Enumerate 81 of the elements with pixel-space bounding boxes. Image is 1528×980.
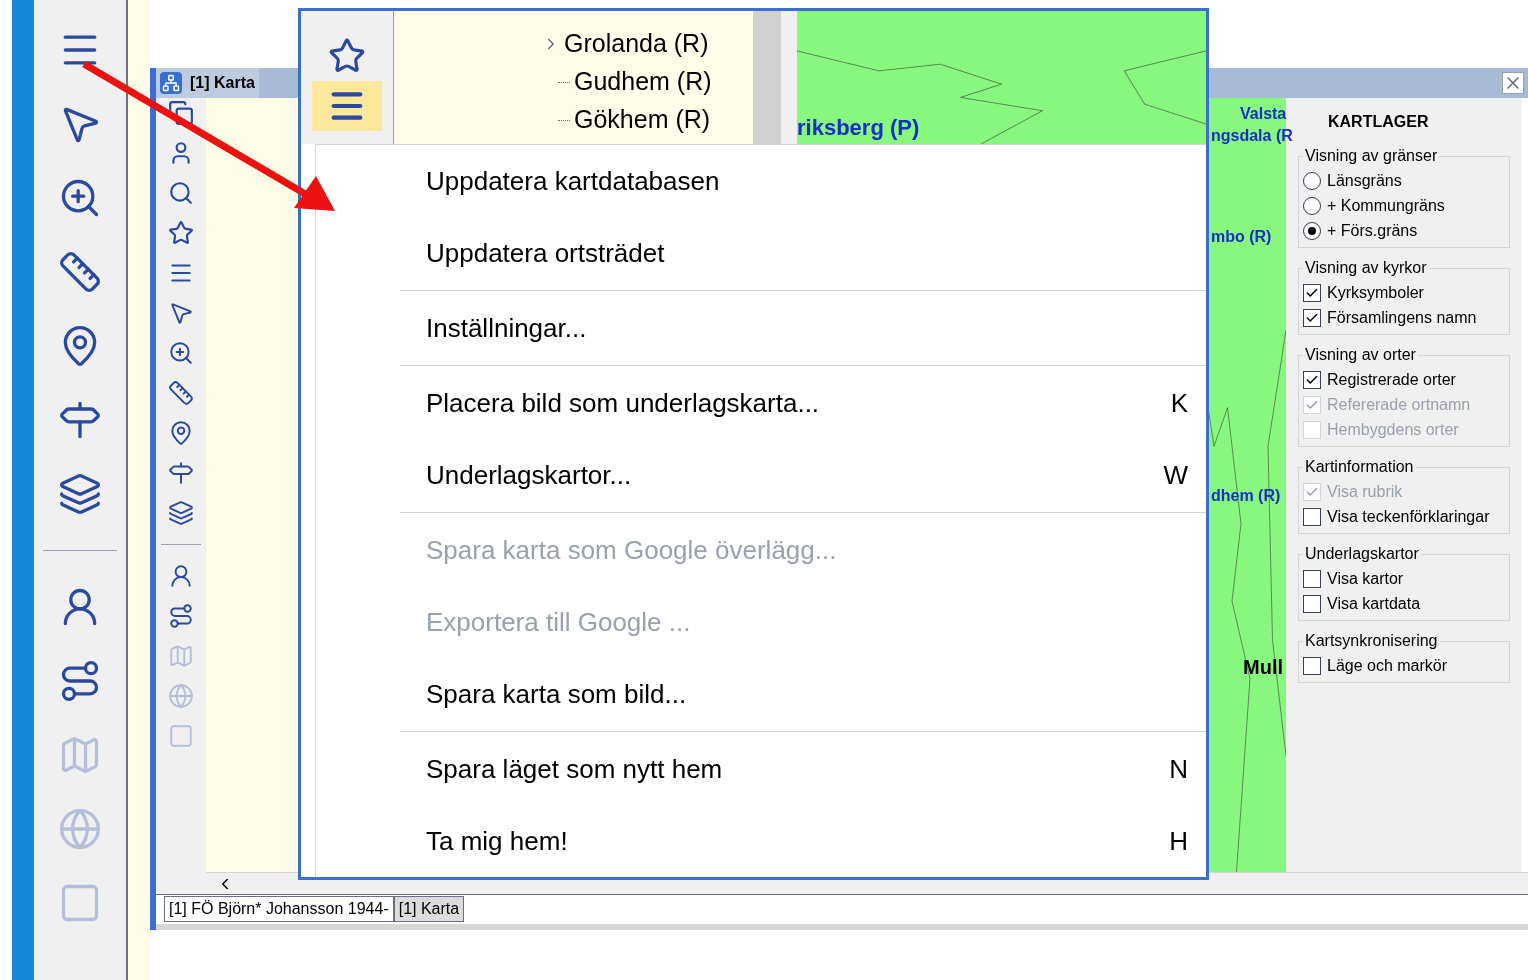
group-title: Kartinformation (1304, 457, 1415, 477)
option-label: Refererade ortnamn (1327, 394, 1471, 415)
option-label: Visa rubrik (1327, 481, 1403, 502)
place-label: dhem (R) (1211, 486, 1281, 506)
menu-item[interactable]: Uppdatera kartdatabasen (400, 145, 1206, 217)
menu-item-label: Spara karta som bild... (426, 677, 687, 711)
menu-item[interactable]: Placera bild som underlagskarta... K (400, 367, 1206, 439)
checkbox[interactable] (1303, 507, 1321, 526)
scrollbar-thumb[interactable] (753, 11, 781, 144)
ruler-icon[interactable] (58, 250, 102, 294)
menu-item-label: Underlagskartor... (426, 458, 632, 492)
place-label: Mull (1243, 655, 1283, 680)
menu-item-label: Spara karta som Google överlägg... (426, 533, 837, 567)
map-pin-icon[interactable] (168, 420, 194, 446)
tree-item[interactable]: Grolanda (R) (564, 25, 709, 63)
route-icon[interactable] (168, 603, 194, 629)
menu-item[interactable]: Underlagskartor... W (400, 439, 1206, 511)
group-title: Kartsynkronisering (1304, 631, 1439, 651)
panel-title: KARTLAGER (1328, 112, 1430, 132)
window-tab[interactable]: [1] Karta (156, 68, 259, 98)
menu-item-label: Inställningar... (426, 311, 587, 345)
place-label: mbo (R) (1211, 227, 1272, 247)
copy-icon[interactable] (168, 100, 194, 126)
radio-button[interactable] (1303, 171, 1321, 190)
layers-icon[interactable] (58, 472, 102, 516)
option-label: Läge och markör (1327, 655, 1448, 676)
menu-item-label: Spara läget som nytt hem (426, 752, 723, 786)
menu-item[interactable]: Spara läget som nytt hem N (400, 733, 1206, 805)
shortcut-key: K (1170, 383, 1188, 423)
search-icon[interactable] (168, 180, 194, 206)
document-tab[interactable]: [1] Karta (393, 896, 465, 922)
menu-item[interactable]: Ta mig hem! H (400, 805, 1206, 877)
group-title: Visning av gränser (1304, 146, 1439, 166)
option-label: + Förs.gräns (1327, 220, 1418, 241)
network-icon (160, 72, 182, 94)
menu-item-label: Placera bild som underlagskarta... (426, 386, 820, 420)
checkbox[interactable] (1303, 370, 1321, 389)
tree-item[interactable]: Gudhem (R) (574, 63, 712, 101)
document-tab[interactable]: [1] FÖ Björn* Johansson 1944- (164, 896, 394, 922)
window-title: [1] Karta (190, 73, 255, 93)
option-label: + Kommungräns (1327, 195, 1445, 216)
person-icon[interactable] (168, 563, 194, 589)
option-label: Kyrksymboler (1327, 282, 1424, 303)
checkbox[interactable] (1303, 308, 1321, 327)
menu-item[interactable]: Spara karta som bild... (400, 658, 1206, 730)
option-label: Visa kartdata (1327, 593, 1421, 614)
star-icon[interactable] (328, 37, 366, 75)
option-label: Hembygdens orter (1327, 419, 1459, 440)
star-icon[interactable] (168, 220, 194, 246)
menu-item[interactable]: Inställningar... (400, 292, 1206, 364)
group-title: Visning av orter (1304, 345, 1417, 365)
zoom-in-icon[interactable] (168, 340, 194, 366)
checkbox[interactable] (1303, 569, 1321, 588)
radio-button[interactable] (1303, 221, 1321, 240)
menu-item-label: Ta mig hem! (426, 824, 568, 858)
option-label: Visa teckenförklaringar (1327, 506, 1490, 527)
pointer-icon[interactable] (168, 300, 194, 326)
place-label: riksberg (P) (797, 114, 920, 142)
checkbox[interactable] (1303, 656, 1321, 675)
group-title: Underlagskartor (1304, 544, 1420, 564)
shortcut-key: N (1169, 749, 1188, 789)
checkbox[interactable] (1303, 283, 1321, 302)
checkbox[interactable] (1303, 594, 1321, 613)
layers-icon[interactable] (168, 500, 194, 526)
menu-button[interactable] (312, 81, 382, 131)
menu-item-label: Exportera till Google ... (426, 605, 691, 639)
option-label: Registrerade orter (1327, 369, 1456, 390)
signpost-icon[interactable] (168, 460, 194, 486)
shortcut-key: H (1169, 821, 1188, 861)
option-label: Församlingens namn (1327, 307, 1477, 328)
option-label: Visa kartor (1327, 568, 1404, 589)
tree-item[interactable]: Gökhem (R) (574, 101, 711, 139)
group-title: Visning av kyrkor (1304, 258, 1428, 278)
menu-item-label: Uppdatera ortsträdet (426, 236, 665, 270)
ruler-icon[interactable] (168, 380, 194, 406)
close-button[interactable] (1502, 72, 1524, 94)
menu-item-label: Uppdatera kartdatabasen (426, 164, 720, 198)
option-label: Länsgräns (1327, 170, 1402, 191)
shortcut-key: W (1163, 455, 1188, 495)
menu-item[interactable]: Uppdatera ortsträdet (400, 217, 1206, 289)
radio-button[interactable] (1303, 196, 1321, 215)
